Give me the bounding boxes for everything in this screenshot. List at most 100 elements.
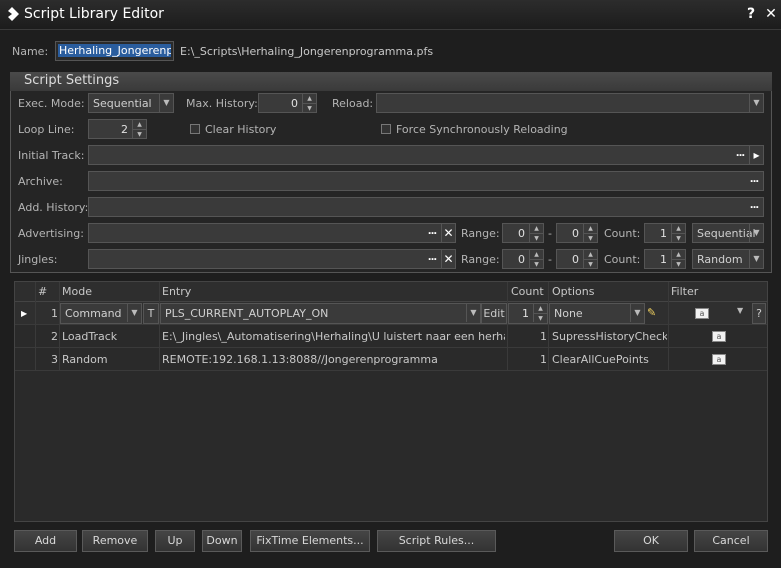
advertising-range-to[interactable]: 0 ▲ ▼ [556,223,598,243]
spin-up-icon[interactable]: ▲ [533,304,547,313]
filter-help-button[interactable]: ? [752,303,766,324]
jingles-count-stepper[interactable]: 1 ▲ ▼ [644,249,686,269]
max-history-stepper[interactable]: 0 ▲ ▼ [258,93,317,113]
force-sync-checkbox[interactable] [381,124,391,134]
advertising-mode-select[interactable]: Sequential ▼ [692,223,764,243]
spin-up-icon[interactable]: ▲ [583,250,597,259]
browse-button[interactable]: ... [745,172,763,190]
col-header-filter[interactable]: Filter [671,282,698,302]
jingles-label: Jingles: [18,253,58,266]
jingles-input[interactable]: ... ✕ [88,249,456,269]
spin-down-icon[interactable]: ▼ [529,233,543,242]
column-divider [59,282,60,371]
spin-down-icon[interactable]: ▼ [583,259,597,268]
col-header-mode[interactable]: Mode [62,282,92,302]
row-count-stepper[interactable]: 1 ▲ ▼ [508,303,548,324]
filter-icon[interactable]: a [695,308,709,319]
title-bar: Script Library Editor ? ✕ [0,0,781,30]
chevron-down-icon: ▼ [127,304,141,322]
jingles-range-to[interactable]: 0 ▲ ▼ [556,249,598,269]
spin-up-icon[interactable]: ▲ [529,250,543,259]
exec-mode-select[interactable]: Sequential ▼ [88,93,174,113]
spin-up-icon[interactable]: ▲ [302,94,316,103]
browse-button[interactable]: ... [423,250,441,268]
ok-button[interactable]: OK [614,530,688,552]
row-num: 3 [51,353,58,366]
add-history-input[interactable]: ... [88,197,764,217]
name-input[interactable]: Herhaling_Jongerenprog [55,41,174,61]
col-header-count[interactable]: Count [511,282,544,302]
spin-up-icon[interactable]: ▲ [671,224,685,233]
chevron-down-icon: ▼ [630,304,644,322]
advertising-label: Advertising: [18,227,84,240]
loop-line-stepper[interactable]: 2 ▲ ▼ [88,119,147,139]
clear-history-label: Clear History [205,123,277,136]
row-mode-select[interactable]: Command ▼ [60,303,142,324]
chevron-down-icon[interactable]: ▼ [737,306,743,315]
browse-button[interactable]: ... [731,146,749,164]
filter-icon[interactable]: a [712,354,726,365]
table-row[interactable]: 3 Random REMOTE:192.168.1.13:8088//Jonge… [15,348,767,371]
browse-button[interactable]: ... [423,224,441,242]
spin-up-icon[interactable]: ▲ [671,250,685,259]
script-entries-grid[interactable]: # Mode Entry Count Options Filter ▶ 1 Co… [14,281,768,522]
column-divider [507,282,508,371]
table-row[interactable]: ▶ 1 Command ▼ T PLS_CURRENT_AUTOPLAY_ON ▼ … [15,302,767,325]
row-mode: Random [62,353,108,366]
col-header-entry[interactable]: Entry [162,282,191,302]
row-num: 2 [51,330,58,343]
spin-down-icon[interactable]: ▼ [671,233,685,242]
spin-down-icon[interactable]: ▼ [529,259,543,268]
type-button[interactable]: T [143,303,159,324]
column-divider [548,282,549,371]
fixtime-elements-button[interactable]: FixTime Elements... [250,530,370,552]
filter-icon[interactable]: a [712,331,726,342]
spin-down-icon[interactable]: ▼ [302,103,316,112]
browse-button[interactable]: ... [745,198,763,216]
row-entry: E:\_Jingles\_Automatisering\Herhaling\U … [162,330,505,343]
remove-button[interactable]: Remove [82,530,148,552]
spin-down-icon[interactable]: ▼ [132,129,146,138]
col-header-options[interactable]: Options [552,282,594,302]
row-pointer-icon: ▶ [21,309,28,318]
chevron-down-icon: ▼ [466,304,480,322]
chevron-down-icon: ▼ [749,224,763,242]
col-header-num[interactable]: # [38,282,47,302]
spin-down-icon[interactable]: ▼ [583,233,597,242]
jingles-mode-select[interactable]: Random ▼ [692,249,764,269]
chevron-down-icon: ▼ [749,250,763,268]
spin-up-icon[interactable]: ▲ [132,120,146,129]
spin-down-icon[interactable]: ▼ [533,313,547,322]
row-entry-select[interactable]: PLS_CURRENT_AUTOPLAY_ON ▼ [160,303,481,324]
advertising-count-stepper[interactable]: 1 ▲ ▼ [644,223,686,243]
help-button[interactable]: ? [743,6,759,22]
clear-icon[interactable]: ✕ [441,224,455,242]
advertising-input[interactable]: ... ✕ [88,223,456,243]
edit-button[interactable]: Edit [481,303,507,324]
cancel-button[interactable]: Cancel [694,530,768,552]
script-settings-header: Script Settings [10,72,772,91]
spin-up-icon[interactable]: ▲ [583,224,597,233]
clear-history-checkbox[interactable] [190,124,200,134]
advertising-range-from[interactable]: 0 ▲ ▼ [502,223,544,243]
spin-down-icon[interactable]: ▼ [671,259,685,268]
jingles-range-from[interactable]: 0 ▲ ▼ [502,249,544,269]
clear-icon[interactable]: ✕ [441,250,455,268]
force-sync-label: Force Synchronously Reloading [396,123,568,136]
reload-select[interactable]: ▼ [376,93,764,113]
chevron-down-icon: ▼ [159,94,173,112]
add-button[interactable]: Add [14,530,77,552]
table-row[interactable]: 2 LoadTrack E:\_Jingles\_Automatisering\… [15,325,767,348]
row-options-select[interactable]: None ▼ [549,303,645,324]
down-button[interactable]: Down [202,530,242,552]
script-rules-button[interactable]: Script Rules... [377,530,496,552]
initial-track-input[interactable]: ... ▸ [88,145,764,165]
up-button[interactable]: Up [155,530,195,552]
spin-up-icon[interactable]: ▲ [529,224,543,233]
chevron-down-icon: ▼ [749,94,763,112]
play-icon[interactable]: ▸ [749,146,763,164]
options-wizard-icon[interactable]: ✎ [647,306,665,320]
close-button[interactable]: ✕ [763,6,779,22]
archive-input[interactable]: ... [88,171,764,191]
row-count: 1 [540,330,547,343]
